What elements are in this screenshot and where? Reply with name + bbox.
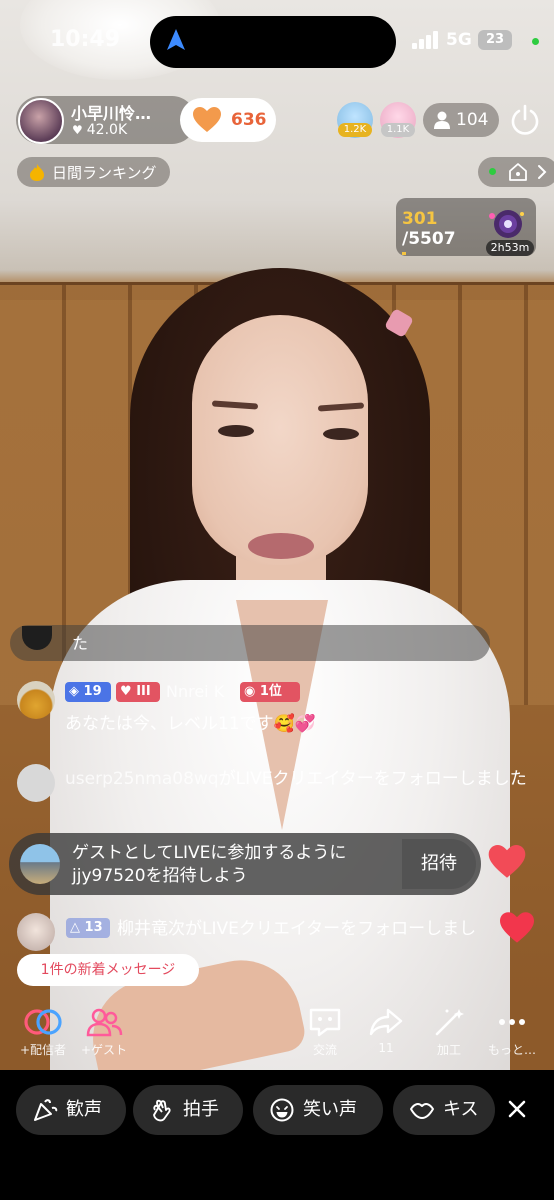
heart-icon — [193, 107, 221, 132]
link-icon — [24, 1009, 62, 1035]
laugh-reaction-button[interactable]: 笑い声 — [253, 1085, 383, 1135]
host-name[interactable]: 小早川怜… — [71, 100, 175, 124]
level-badge: △ 13 — [66, 918, 110, 938]
effects-label: 加工 — [436, 1043, 461, 1057]
lips-icon — [410, 1103, 434, 1119]
ranking-label[interactable]: 日間ランキング — [52, 162, 157, 183]
party-popper-icon — [34, 1099, 58, 1121]
location-arrow-icon — [167, 29, 185, 50]
chat-notice-text: がLIVEクリエイターをフォローしました — [218, 769, 527, 789]
chat-username[interactable]: userp25nma08wq — [65, 769, 219, 789]
more-button[interactable]: もっと… — [484, 1007, 540, 1058]
host-likes-count: 42.0K — [86, 122, 128, 138]
goal-timer: 2h53m — [486, 240, 534, 256]
interact-label: 交流 — [312, 1043, 337, 1057]
invite-user-avatar[interactable] — [20, 844, 60, 884]
more-dots-icon — [499, 1019, 525, 1025]
cheer-label: 歓声 — [66, 1099, 102, 1120]
share-button[interactable]: 11 — [363, 1007, 409, 1055]
host-avatar[interactable] — [18, 98, 64, 144]
cheer-reaction-button[interactable]: 歓声 — [16, 1085, 126, 1135]
mouth — [248, 533, 314, 559]
battery-indicator: 23 — [478, 30, 512, 50]
chat-username[interactable]: Nnrei K — [166, 682, 224, 701]
heart-icon — [500, 912, 534, 943]
home-icon[interactable] — [508, 162, 528, 182]
chat-message-text: あなたは今、レベル11です🥰💞 — [65, 714, 316, 734]
clap-label: 拍手 — [183, 1099, 219, 1120]
level-badge: ◈ 19 — [65, 682, 111, 702]
eye-left — [218, 425, 254, 437]
kiss-reaction-button[interactable]: キス — [393, 1085, 495, 1135]
add-guest-label: +ゲスト — [80, 1043, 128, 1057]
chat-avatar[interactable] — [17, 913, 55, 951]
invite-text: ゲストとしてLIVEに参加するようにjjy97520を招待しよう — [72, 843, 347, 886]
eye-right — [323, 428, 359, 440]
vinyl-disc-icon — [489, 210, 524, 238]
add-host-label: +配信者 — [19, 1043, 67, 1057]
chat-partial-text: た — [72, 634, 89, 653]
signal-icon — [412, 31, 438, 49]
host-likes: ♥ 42.0K — [72, 122, 127, 138]
status-time: 10:49 — [50, 27, 121, 52]
person-icon — [434, 111, 450, 129]
clap-reaction-button[interactable]: 拍手 — [133, 1085, 243, 1135]
close-icon[interactable] — [507, 1099, 527, 1119]
follow-count[interactable]: 636 — [231, 110, 267, 130]
goal-progress-fill — [402, 252, 406, 255]
clapping-hands-icon — [153, 1099, 171, 1122]
goal-target: /5507 — [402, 229, 456, 249]
network-type: 5G — [446, 30, 472, 50]
add-guest-button[interactable]: +ゲスト — [75, 1007, 133, 1058]
top-gifter-badge-2: 1.1K — [381, 123, 415, 137]
power-icon[interactable] — [509, 104, 541, 136]
streamer-face — [192, 315, 368, 565]
laughing-face-icon — [270, 1098, 294, 1122]
live-dot — [489, 168, 496, 175]
kiss-label: キス — [443, 1099, 479, 1120]
interact-button[interactable]: 交流 — [300, 1007, 350, 1058]
chat-avatar[interactable] — [17, 681, 55, 719]
chat-bubble-icon — [309, 1008, 341, 1037]
more-label: もっと… — [487, 1043, 536, 1057]
magic-wand-icon — [435, 1009, 464, 1036]
people-icon — [86, 1008, 123, 1037]
invite-button[interactable]: 招待 — [402, 839, 476, 889]
add-host-button[interactable]: +配信者 — [14, 1007, 72, 1058]
share-count: 11 — [378, 1041, 394, 1055]
laugh-label: 笑い声 — [303, 1099, 357, 1120]
heart-icon[interactable] — [488, 845, 526, 879]
rank-badge: ◉ 1位 — [240, 682, 300, 702]
chat-follow-notice: userp25nma08wqがLIVEクリエイターをフォローしました — [65, 764, 545, 795]
top-gifter-badge-1: 1.2K — [338, 123, 372, 137]
goal-current: 301 — [402, 209, 438, 229]
heart-icon: ♥ — [72, 123, 83, 137]
viewer-count: 104 — [456, 110, 489, 130]
chat-follow-notice: 柳井竜次がLIVEクリエイターをフォローしまし — [117, 919, 477, 939]
fan-club-badge: ♥ III — [116, 682, 160, 702]
new-message-button[interactable]: 1件の新着メッセージ — [17, 954, 199, 986]
privacy-indicator — [532, 38, 539, 45]
chevron-right-icon[interactable] — [536, 164, 548, 180]
effects-button[interactable]: 加工 — [426, 1007, 472, 1058]
share-arrow-icon — [369, 1008, 403, 1036]
flame-icon — [30, 164, 44, 181]
chat-avatar-placeholder[interactable] — [17, 764, 55, 802]
